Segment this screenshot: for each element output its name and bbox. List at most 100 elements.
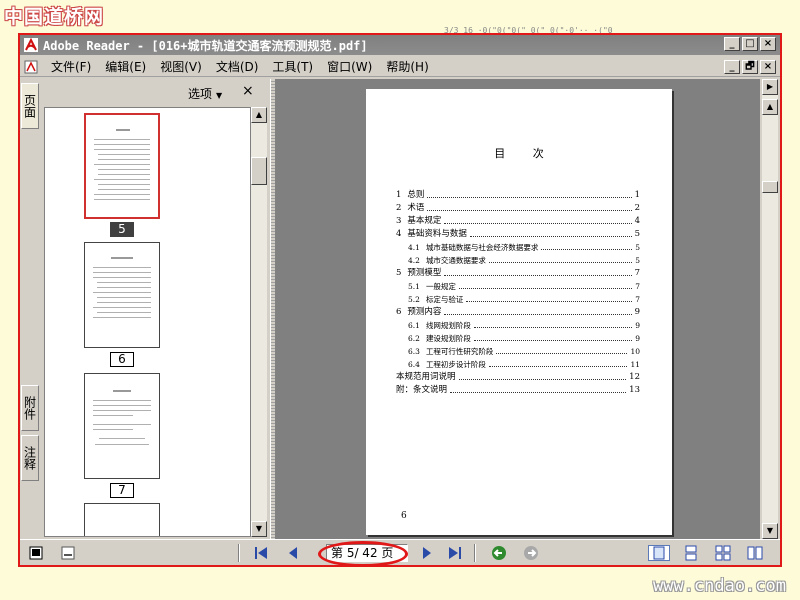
toc-entry-number: 5.1 <box>408 282 420 291</box>
toc-entry-page: 12 <box>629 372 640 382</box>
doc-status-icon[interactable] <box>60 545 76 561</box>
menu-document[interactable]: 文档(D) <box>209 58 266 75</box>
chevron-down-icon: ▼ <box>216 91 223 100</box>
thumbnail-page-5[interactable] <box>84 113 160 219</box>
toc-entry[interactable]: 5 预测模型 7 <box>396 267 640 279</box>
toc-entry[interactable]: 4 基础资料与数据 5 <box>396 228 640 240</box>
toc-entry-title: 本规范用词说明 <box>396 372 456 382</box>
window-title: Adobe Reader - [016+城市轨道交通客流预测规范.pdf] <box>43 38 368 53</box>
continuous-icon[interactable] <box>682 545 700 561</box>
last-page-icon[interactable] <box>446 545 464 561</box>
toc-entry-number: 2 <box>396 203 402 213</box>
expand-panel-arrow[interactable]: ▶ <box>762 79 778 95</box>
toc-entry[interactable]: 3 基本规定 4 <box>396 215 640 227</box>
next-page-icon[interactable] <box>418 545 436 561</box>
menu-help[interactable]: 帮助(H) <box>379 58 435 75</box>
toc-entry-title: 一般规定 <box>425 282 456 291</box>
document-page: 目 次 1 总则 1 2 术语 2 3 基本规定 4 4 基础资料与数据 5 4.1 城市基础数据与社会经… <box>366 89 672 535</box>
toc-leader-dots <box>488 366 628 367</box>
options-dropdown[interactable]: 选项 ▼ <box>188 85 222 102</box>
toc-entry-page: 9 <box>635 321 640 330</box>
page-number-field[interactable]: 第 5/ 42 页 <box>326 544 408 562</box>
doc-close-button[interactable]: × <box>760 60 776 74</box>
document-icon[interactable] <box>24 60 38 74</box>
toc-leader-dots <box>444 275 632 276</box>
thumbnail-page-6[interactable] <box>84 242 160 348</box>
doc-scroll-down-arrow[interactable]: ▼ <box>762 523 778 539</box>
toc-entry[interactable]: 4.1 城市基础数据与社会经济数据要求 5 <box>408 241 640 253</box>
tab-attachments[interactable]: 附件 <box>21 385 39 431</box>
menu-tools[interactable]: 工具(T) <box>265 58 320 75</box>
menu-file[interactable]: 文件(F) <box>44 58 98 75</box>
forward-icon[interactable] <box>522 545 540 561</box>
toc-entry[interactable]: 本规范用词说明 12 <box>396 371 640 383</box>
document-scrollbar[interactable]: ▶ ▲ ▼ <box>760 79 780 539</box>
toc-entry[interactable]: 4.2 城市交通数据要求 5 <box>408 254 640 266</box>
thumbnail-page-7[interactable] <box>84 373 160 479</box>
toc-entry-number: 1 <box>396 190 402 200</box>
scroll-thumb[interactable] <box>251 157 267 185</box>
toc-leader-dots <box>450 392 627 393</box>
doc-scroll-thumb[interactable] <box>762 181 778 193</box>
close-button[interactable]: × <box>760 37 776 51</box>
toc-entry-page: 7 <box>634 268 640 278</box>
toc-entry[interactable]: 6 预测内容 9 <box>396 306 640 318</box>
facing-icon[interactable] <box>746 545 764 561</box>
title-bar[interactable]: Adobe Reader - [016+城市轨道交通客流预测规范.pdf] _ … <box>20 35 780 55</box>
toc-entry-page: 9 <box>635 334 640 343</box>
toc-entry-page: 5 <box>635 256 640 265</box>
doc-scroll-up-arrow[interactable]: ▲ <box>762 99 778 115</box>
page-number: 6 <box>401 511 407 521</box>
back-icon[interactable] <box>490 545 508 561</box>
toc-entry[interactable]: 6.4 工程初步设计阶段 11 <box>408 358 640 370</box>
toc-entry[interactable]: 1 总则 1 <box>396 189 640 201</box>
tab-comments[interactable]: 注释 <box>21 435 39 481</box>
first-page-icon[interactable] <box>252 545 270 561</box>
menu-view[interactable]: 视图(V) <box>153 58 209 75</box>
toc-entry-page: 2 <box>634 203 640 213</box>
single-page-icon[interactable] <box>648 545 670 561</box>
toc-entry-title: 工程可行性研究阶段 <box>425 347 494 356</box>
toc-entry-title: 城市基础数据与社会经济数据要求 <box>425 243 539 252</box>
thumbnail-page-8[interactable] <box>84 503 160 536</box>
toc-leader-dots <box>473 340 633 341</box>
site-url: www.cndao.com <box>652 576 786 596</box>
toc-leader-dots <box>427 197 632 198</box>
thumbnail-label-6[interactable]: 6 <box>110 352 134 367</box>
doc-restore-button[interactable]: 🗗 <box>742 60 758 74</box>
toc-leader-dots <box>541 249 633 250</box>
toc-entry-title: 附：条文说明 <box>396 385 448 395</box>
doc-minimize-button[interactable]: _ <box>724 60 740 74</box>
thumbnail-header: 选项 ▼ × <box>40 79 270 107</box>
toc-leader-dots <box>488 262 633 263</box>
thumbnail-scrollbar[interactable]: ▲ ▼ <box>251 107 267 537</box>
toc-entry-number: 4 <box>396 229 402 239</box>
toc-entry[interactable]: 5.1 一般规定 7 <box>408 280 640 292</box>
tab-pages[interactable]: 页面 <box>21 83 39 129</box>
separator <box>238 544 240 562</box>
scroll-down-arrow[interactable]: ▼ <box>251 521 267 537</box>
previous-page-icon[interactable] <box>284 545 302 561</box>
thumbnail-label-5[interactable]: 5 <box>110 222 134 237</box>
toc-entry[interactable]: 6.3 工程可行性研究阶段 10 <box>408 345 640 357</box>
menu-window[interactable]: 窗口(W) <box>320 58 379 75</box>
toc-entry-page: 10 <box>630 347 640 356</box>
thumbnail-label-7[interactable]: 7 <box>110 483 134 498</box>
menu-edit[interactable]: 编辑(E) <box>98 58 153 75</box>
toc-leader-dots <box>444 223 632 224</box>
minimize-button[interactable]: _ <box>724 37 740 51</box>
toc-entry[interactable]: 6.2 建设规划阶段 9 <box>408 332 640 344</box>
continuous-facing-icon[interactable] <box>714 545 732 561</box>
toc-entry[interactable]: 5.2 标定与验证 7 <box>408 293 640 305</box>
toc-entry-number: 6.4 <box>408 360 420 369</box>
scroll-up-arrow[interactable]: ▲ <box>251 107 267 123</box>
maximize-button[interactable]: □ <box>742 37 758 51</box>
close-panel-icon[interactable]: × <box>242 83 254 99</box>
toc-entry-title: 预测模型 <box>407 268 442 278</box>
toc-entry-page: 1 <box>634 190 640 200</box>
toc-entry[interactable]: 6.1 线网规划阶段 9 <box>408 319 640 331</box>
toc-entry[interactable]: 2 术语 2 <box>396 202 640 214</box>
toc-leader-dots <box>469 236 632 237</box>
toc-entry[interactable]: 附：条文说明 13 <box>396 384 640 396</box>
page-size-icon[interactable] <box>28 545 44 561</box>
